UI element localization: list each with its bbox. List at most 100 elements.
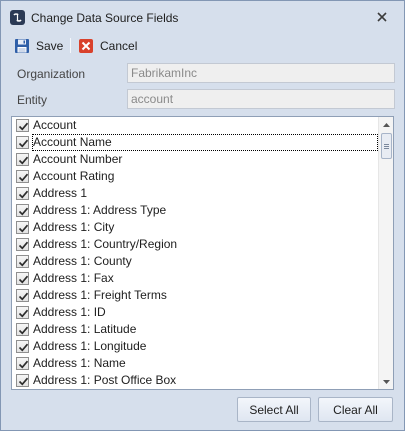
list-item-label: Address 1: Post Office Box <box>33 373 177 387</box>
checkbox[interactable] <box>16 289 29 302</box>
list-item-label-area: Address 1: County <box>32 253 378 270</box>
toolbar-separator <box>70 38 71 53</box>
cancel-button[interactable]: Cancel <box>78 36 137 55</box>
clear-all-button[interactable]: Clear All <box>318 397 393 422</box>
scroll-down-arrow-icon[interactable] <box>379 374 393 389</box>
list-item-label-area: Address 1 <box>32 185 378 202</box>
source-form: Organization FabrikamInc Entity account <box>7 59 399 113</box>
checkbox[interactable] <box>16 119 29 132</box>
grip-line <box>384 148 389 149</box>
entity-field: account <box>127 89 395 109</box>
list-item[interactable]: Address 1: Fax <box>12 270 378 287</box>
checkmark-icon <box>18 207 29 216</box>
grip-line <box>384 146 389 147</box>
list-item-label-area: Address 1: Post Office Box <box>32 372 378 389</box>
list-item-label-area: Address 1: Latitude <box>32 321 378 338</box>
list-item-label-area: Address 1: Name <box>32 355 378 372</box>
list-item[interactable]: Account Rating <box>12 168 378 185</box>
checkbox[interactable] <box>16 340 29 353</box>
list-item-label: Account <box>33 118 77 132</box>
save-button[interactable]: Save <box>14 36 63 55</box>
checkmark-icon <box>18 139 29 148</box>
checkmark-icon <box>18 122 29 131</box>
list-item[interactable]: Account Name <box>12 134 378 151</box>
list-item-label-area: Account <box>32 117 378 134</box>
list-item[interactable]: Address 1: City <box>12 219 378 236</box>
list-item[interactable]: Address 1: Country/Region <box>12 236 378 253</box>
checkmark-icon <box>18 343 29 352</box>
checkmark-icon <box>18 156 29 165</box>
list-item-label-area: Address 1: Country/Region <box>32 236 378 253</box>
close-icon[interactable] <box>374 9 390 25</box>
checkmark-icon <box>18 224 29 233</box>
list-item-label: Address 1: Name <box>33 356 126 370</box>
checkbox[interactable] <box>16 272 29 285</box>
scroll-up-arrow-icon[interactable] <box>379 117 393 132</box>
checkmark-icon <box>18 309 29 318</box>
list-item-label: Account Number <box>33 152 123 166</box>
organization-field: FabrikamInc <box>127 63 395 83</box>
checkbox[interactable] <box>16 238 29 251</box>
fields-checklist[interactable]: Account Account Name Account Number Account… <box>11 116 394 390</box>
list-item-label: Address 1: Address Type <box>33 203 167 217</box>
dialog-window: Change Data Source Fields Save Cancel Or… <box>0 0 405 431</box>
checkmark-icon <box>18 275 29 284</box>
list-item-label: Address 1: City <box>33 220 115 234</box>
window-title: Change Data Source Fields <box>31 11 179 25</box>
title-bar[interactable]: Change Data Source Fields <box>1 1 404 33</box>
checkbox[interactable] <box>16 204 29 217</box>
list-item[interactable]: Address 1: Longitude <box>12 338 378 355</box>
list-item-label-area: Address 1: City <box>32 219 378 236</box>
list-item-label-area: Address 1: Freight Terms <box>32 287 378 304</box>
checkbox[interactable] <box>16 170 29 183</box>
floppy-disk-icon <box>14 38 30 54</box>
checkbox[interactable] <box>16 323 29 336</box>
list-item[interactable]: Address 1: Latitude <box>12 321 378 338</box>
checkbox[interactable] <box>16 357 29 370</box>
scroll-thumb[interactable] <box>381 133 392 159</box>
list-item-label-area: Address 1: ID <box>32 304 378 321</box>
list-item[interactable]: Address 1: County <box>12 253 378 270</box>
checkmark-icon <box>18 292 29 301</box>
organization-label: Organization <box>17 67 86 81</box>
red-x-icon <box>78 38 94 54</box>
list-item-label: Address 1: Longitude <box>33 339 147 353</box>
cancel-label: Cancel <box>100 38 138 53</box>
checkmark-icon <box>18 377 29 386</box>
list-item[interactable]: Address 1 <box>12 185 378 202</box>
list-item[interactable]: Address 1: ID <box>12 304 378 321</box>
list-item-label: Account Name <box>33 135 112 149</box>
checkmark-icon <box>18 360 29 369</box>
checkmark-icon <box>18 241 29 250</box>
list-item-label-area: Address 1: Fax <box>32 270 378 287</box>
list-item[interactable]: Address 1: Address Type <box>12 202 378 219</box>
vertical-scrollbar[interactable] <box>378 117 393 389</box>
checkbox[interactable] <box>16 136 29 149</box>
list-item-label-area: Address 1: Longitude <box>32 338 378 355</box>
list-item[interactable]: Address 1: Name <box>12 355 378 372</box>
list-item-label-area: Account Number <box>32 151 378 168</box>
list-item[interactable]: Account Number <box>12 151 378 168</box>
checkbox[interactable] <box>16 255 29 268</box>
checkbox[interactable] <box>16 221 29 234</box>
list-item-label: Address 1: Latitude <box>33 322 137 336</box>
list-item[interactable]: Account <box>12 117 378 134</box>
entity-label: Entity <box>17 93 48 107</box>
list-item[interactable]: Address 1: Freight Terms <box>12 287 378 304</box>
checkbox[interactable] <box>16 153 29 166</box>
list-item-label: Address 1: Freight Terms <box>33 288 167 302</box>
checkbox[interactable] <box>16 187 29 200</box>
checkbox[interactable] <box>16 374 29 387</box>
list-item-label: Address 1: Fax <box>33 271 114 285</box>
list-item-label: Address 1: ID <box>33 305 106 319</box>
list-item-label: Address 1: County <box>33 254 132 268</box>
checkmark-icon <box>18 326 29 335</box>
checkbox[interactable] <box>16 306 29 319</box>
data-source-icon <box>10 10 25 25</box>
list-item[interactable]: Address 1: Post Office Box <box>12 372 378 389</box>
checkmark-icon <box>18 173 29 182</box>
list-item-label: Address 1: Country/Region <box>33 237 178 251</box>
list-item-label-area: Address 1: Address Type <box>32 202 378 219</box>
list-item-label: Address 1 <box>33 186 88 200</box>
select-all-button[interactable]: Select All <box>237 397 311 422</box>
